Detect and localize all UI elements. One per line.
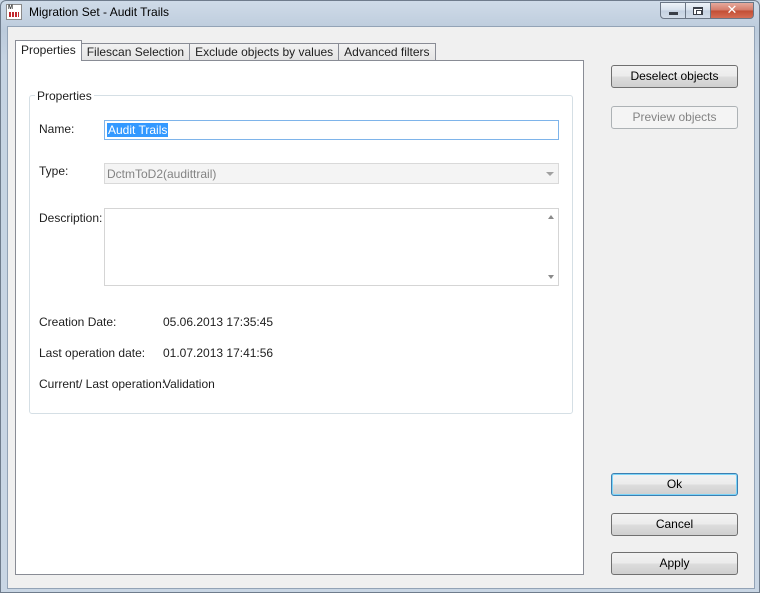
deselect-objects-button[interactable]: Deselect objects (611, 65, 738, 88)
scroll-down-arrow-icon[interactable] (548, 275, 554, 279)
last-operation-date-value: 01.07.2013 17:41:56 (163, 346, 274, 360)
last-operation-date-label: Last operation date: (39, 346, 146, 360)
close-icon: ✕ (726, 3, 738, 18)
app-icon-letter: M (8, 5, 13, 11)
tab-strip: Properties Filescan Selection Exclude ob… (15, 40, 436, 61)
tab-advanced-filters[interactable]: Advanced filters (338, 43, 436, 61)
close-button[interactable]: ✕ (711, 2, 754, 19)
scroll-up-arrow-icon[interactable] (548, 215, 554, 219)
name-label: Name: (39, 122, 75, 136)
ok-button[interactable]: Ok (611, 473, 738, 496)
dialog-client-area: Properties Filescan Selection Exclude ob… (7, 26, 755, 589)
maximize-button[interactable] (686, 2, 711, 19)
tab-properties[interactable]: Properties (15, 40, 82, 61)
apply-button[interactable]: Apply (611, 552, 738, 575)
window-title: Migration Set - Audit Trails (29, 5, 170, 19)
app-icon[interactable]: M (6, 4, 22, 20)
creation-date-label: Creation Date: (39, 315, 117, 329)
name-input-value: Audit Trails (107, 123, 169, 137)
name-input[interactable]: Audit Trails (104, 120, 559, 140)
minimize-button[interactable] (660, 2, 686, 19)
dialog-window: M Migration Set - Audit Trails ✕ Propert… (0, 0, 760, 593)
properties-tab-panel: Properties Name: Audit Trails Type: Dctm… (15, 60, 584, 575)
type-label: Type: (39, 164, 69, 178)
creation-date-value: 05.06.2013 17:35:45 (163, 315, 274, 329)
current-operation-value: Validation (163, 377, 215, 391)
minimize-icon (668, 12, 678, 15)
title-bar[interactable]: M Migration Set - Audit Trails ✕ (1, 1, 759, 25)
tab-filescan-selection[interactable]: Filescan Selection (80, 43, 191, 61)
description-textarea[interactable] (104, 208, 559, 286)
tab-exclude-objects-by-values[interactable]: Exclude objects by values (189, 43, 340, 61)
maximize-icon (693, 6, 703, 15)
type-select-value: DctmToD2(audittrail) (107, 167, 217, 181)
description-label: Description: (39, 211, 103, 225)
preview-objects-button[interactable]: Preview objects (611, 106, 738, 129)
current-operation-label: Current/ Last operation: (39, 377, 166, 391)
chevron-down-icon (546, 172, 554, 176)
window-controls: ✕ (660, 2, 754, 19)
properties-group-label: Properties (35, 89, 94, 103)
type-select[interactable]: DctmToD2(audittrail) (104, 163, 559, 184)
cancel-button[interactable]: Cancel (611, 513, 738, 536)
